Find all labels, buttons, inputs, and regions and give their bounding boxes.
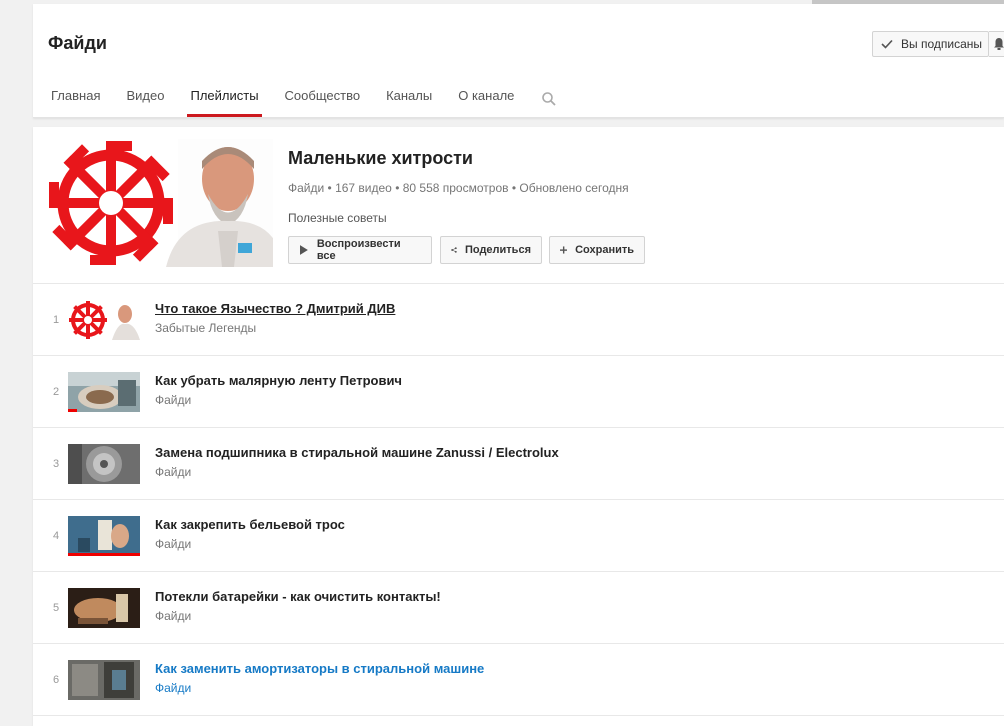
playlist-thumbnail[interactable] [48,139,273,267]
subscribed-label: Вы подписаны [901,37,982,51]
check-icon [881,39,893,49]
man-portrait [166,139,273,267]
playlist-video-row[interactable]: 5 Потекли батарейки - как очистить конта… [33,572,1004,644]
video-index: 3 [52,458,60,470]
watch-progress-bar [68,409,77,412]
video-index: 2 [52,386,60,398]
video-owner[interactable]: Файди [155,609,191,623]
play-icon [299,245,308,255]
playlist-video-row[interactable]: 3 Замена подшипника в стиральной машине … [33,428,1004,500]
share-button[interactable]: Поделиться [440,236,542,264]
tab-videos[interactable]: Видео [126,88,164,117]
video-thumbnail[interactable] [68,660,140,700]
video-owner[interactable]: Файди [155,393,191,407]
video-index: 5 [52,602,60,614]
share-icon [451,247,457,253]
video-owner[interactable]: Забытые Легенды [155,321,256,335]
playlist-video-row[interactable]: 6 Как заменить амортизаторы в стиральной… [33,644,1004,716]
tab-home[interactable]: Главная [51,88,100,117]
playlist-video-row[interactable]: 4 Как закрепить бельевой трос Файди [33,500,1004,572]
divider [33,715,1004,716]
playlist-video-row[interactable]: 1 Что такое Язычество ? Дмитрий ДИВ Забы… [33,284,1004,356]
video-owner[interactable]: Файди [155,681,191,695]
channel-title[interactable]: Файди [48,33,107,54]
tab-about[interactable]: О канале [458,88,514,117]
video-owner[interactable]: Файди [155,537,191,551]
kolovrat-symbol-image [48,139,273,267]
tab-playlists[interactable]: Плейлисты [187,88,262,117]
playlist-title: Маленькие хитрости [288,148,473,168]
video-thumbnail[interactable] [68,516,140,556]
subscribed-button[interactable]: Вы подписаны [872,31,989,57]
plus-icon [560,246,568,254]
tab-community[interactable]: Сообщество [285,88,361,117]
channel-header: Файди Вы подписаны Главная Видео Плейлис… [33,4,1004,118]
video-title[interactable]: Потекли батарейки - как очистить контакт… [155,589,441,604]
play-all-button[interactable]: Воспроизвести все [288,236,432,264]
playlist-meta: Файди • 167 видео • 80 558 просмотров • … [288,181,629,195]
video-thumbnail[interactable] [68,372,140,412]
video-index: 4 [52,530,60,542]
video-thumbnail[interactable] [68,444,140,484]
video-index: 6 [52,674,60,686]
video-title[interactable]: Как заменить амортизаторы в стиральной м… [155,661,484,676]
notification-bell-button[interactable] [989,31,1004,57]
save-button[interactable]: Сохранить [549,236,645,264]
video-title[interactable]: Что такое Язычество ? Дмитрий ДИВ [155,301,395,316]
playlist-card: Маленькие хитрости Файди • 167 видео • 8… [33,127,1004,726]
video-title[interactable]: Как убрать малярную ленту Петрович [155,373,402,388]
bell-icon [993,38,1004,50]
watch-progress-bar [68,553,140,556]
play-all-label: Воспроизвести все [316,238,401,262]
save-label: Сохранить [575,244,634,256]
video-title[interactable]: Как закрепить бельевой трос [155,517,345,532]
tab-channels[interactable]: Каналы [386,88,432,117]
video-title[interactable]: Замена подшипника в стиральной машине Za… [155,445,559,460]
channel-tabs: Главная Видео Плейлисты Сообщество Канал… [51,88,540,118]
video-thumbnail[interactable] [68,588,140,628]
search-icon[interactable] [541,91,557,107]
video-thumbnail[interactable] [68,300,140,340]
share-label: Поделиться [464,244,531,256]
playlist-video-row[interactable]: 2 Как убрать малярную ленту Петрович Фай… [33,356,1004,428]
playlist-description: Полезные советы [288,211,387,225]
video-owner[interactable]: Файди [155,465,191,479]
video-index: 1 [52,314,60,326]
